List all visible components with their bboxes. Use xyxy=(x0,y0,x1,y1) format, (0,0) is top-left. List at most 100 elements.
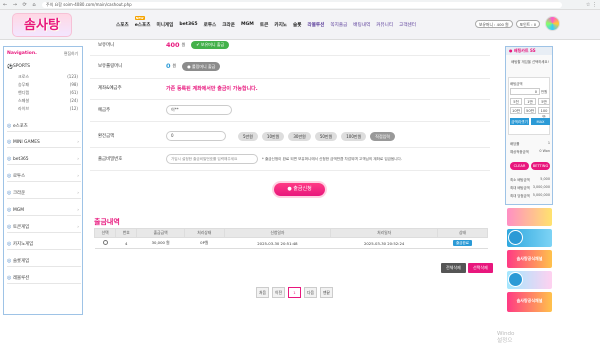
sidebar-item-esports[interactable]: ◎ e스포츠 xyxy=(7,121,81,132)
bet-amount-input[interactable]: 0 xyxy=(510,88,540,95)
bet-unit-row: 만원 xyxy=(541,89,551,94)
amount-chip-50k[interactable]: 5만원 xyxy=(238,131,258,141)
user-money[interactable]: 보유머니 : 400 원 xyxy=(475,19,513,28)
sports-sub-wdl[interactable]: 승무패 (98) xyxy=(18,82,78,89)
avatar[interactable] xyxy=(545,16,561,31)
sidebar-edit-button[interactable]: 편집하기 xyxy=(64,51,78,57)
row-checkbox[interactable] xyxy=(102,240,108,245)
nav-bet365[interactable]: bet365 xyxy=(179,22,197,28)
nav-casino[interactable]: 카지노 xyxy=(274,22,287,28)
betting-button[interactable]: BETTING xyxy=(531,162,550,170)
ad-telegram-banner[interactable] xyxy=(507,229,552,247)
sub-count: (123) xyxy=(67,74,78,79)
nav-sports[interactable]: 스포츠 xyxy=(116,22,129,28)
telegram-icon xyxy=(508,230,523,245)
nav-support[interactable]: 고객센터 xyxy=(399,22,416,28)
sidebar-item-sports[interactable]: ⚽ SPORTS xyxy=(7,61,81,72)
cashout-submit-button[interactable]: ● 출금신청 xyxy=(274,183,325,196)
clear-button[interactable]: CLEAR xyxy=(510,162,529,170)
amount-chip-custom[interactable]: 직접입력 xyxy=(370,131,395,141)
address-bar[interactable]: 주의 요함 soim-4080.com/main/cashout.php xyxy=(42,2,562,8)
col-done-date: 처리일자 xyxy=(330,228,438,238)
sidebar-item-evolution[interactable]: ◎ 레볼루션 xyxy=(7,273,81,284)
windows-watermark: Windo 설정으 xyxy=(497,331,514,345)
max-amount-button[interactable]: MAX xyxy=(531,118,550,125)
amount-chip-100k[interactable]: 10만원 xyxy=(261,131,285,141)
page-first[interactable]: 처음 xyxy=(256,287,269,298)
page-next[interactable]: 다음 xyxy=(304,287,317,298)
row-no: 4 xyxy=(115,237,137,249)
nav-esports[interactable]: NEW e스포츠 xyxy=(134,16,150,28)
nav-token[interactable]: 토큰 xyxy=(260,22,268,28)
browser-menu-icon[interactable]: ☆ ⋮ xyxy=(586,2,597,8)
nav-crown[interactable]: 크라운 xyxy=(222,22,235,28)
amount-chip-1m[interactable]: 100만원 xyxy=(341,131,367,141)
sidebar-item-label: bet365 xyxy=(13,156,29,162)
quick-100k[interactable]: 10만 xyxy=(510,107,522,114)
ad-banner[interactable] xyxy=(507,271,552,289)
bet-cart-subtitle-text: 배팅할 게임을 선택하세요! xyxy=(511,60,549,64)
page-current[interactable]: 1 xyxy=(288,287,301,298)
ad-banner[interactable] xyxy=(507,208,552,226)
money-withdraw-button[interactable]: ✔ 보유머니 출금 xyxy=(191,41,230,49)
nav-slot[interactable]: 슬롯 xyxy=(293,22,301,28)
page-last[interactable]: 맨끝 xyxy=(320,287,333,298)
bet-cart-subtitle: 배팅할 게임을 선택하세요! xyxy=(510,59,550,64)
nav-community[interactable]: 커뮤니티 xyxy=(376,22,393,28)
watermark-line2: 설정으 xyxy=(497,338,513,344)
sports-sub-special[interactable]: 스페셜 (24) xyxy=(18,98,78,105)
page-prev[interactable]: 이전 xyxy=(272,287,285,298)
quick-50k[interactable]: 5만 xyxy=(538,98,550,105)
sidebar-item-label: 레볼루션 xyxy=(13,276,30,281)
nav-bet-history[interactable]: 배팅내역 xyxy=(353,22,370,28)
sports-sub-handicap[interactable]: 핸디캡 (61) xyxy=(18,90,78,97)
sidebar-item-crown[interactable]: ◎ 크라운 › xyxy=(7,188,81,199)
nav-lotus[interactable]: 로투스 xyxy=(204,22,217,28)
quick-5k[interactable]: 5천 xyxy=(510,98,522,105)
ad-channel-banner[interactable]: 솜사탕공식채널 xyxy=(507,250,552,268)
bet-unit: 만원 xyxy=(541,90,548,94)
quick-10k[interactable]: 1만 xyxy=(524,98,536,105)
sub-count: (24) xyxy=(69,98,78,103)
divider xyxy=(90,78,490,79)
sports-sub-live[interactable]: 라이브 (12) xyxy=(18,106,78,113)
user-point[interactable]: 포인트 : 0 xyxy=(515,19,541,28)
delete-selected-button[interactable]: 선택삭제 xyxy=(468,263,493,273)
row-amount: 30,000 원 xyxy=(136,237,185,249)
site-logo[interactable]: 솜사탕 xyxy=(12,13,72,37)
ad-channel-banner[interactable]: 솜사탕공식채널 xyxy=(507,292,552,312)
nav-note[interactable]: 쪽지출금 xyxy=(330,22,347,28)
amount-field[interactable]: 0 xyxy=(166,131,226,141)
sidebar-item-bet365[interactable]: ◎ bet365 › xyxy=(7,154,81,165)
divider xyxy=(90,55,490,56)
stat-key: 예상적중금액 xyxy=(510,150,529,154)
sidebar-item-casino[interactable]: ◎ 카지노게임 xyxy=(7,239,81,250)
rolling-row: 보유롤링머니 0 원 ● 롤링머니 출금 xyxy=(94,59,486,73)
divider xyxy=(90,170,490,171)
delete-all-button[interactable]: 전체삭제 xyxy=(441,263,466,273)
amount-chip-300k[interactable]: 30만원 xyxy=(288,131,311,141)
sidebar-item-lotus[interactable]: ◎ 로투스 › xyxy=(7,171,81,182)
nav-minigame[interactable]: 미니게임 xyxy=(156,22,173,28)
holder-field[interactable]: 이** xyxy=(166,105,232,115)
quick-500k[interactable]: 50만 xyxy=(524,107,536,114)
rolling-withdraw-button[interactable]: ● 롤링머니 출금 xyxy=(182,61,221,71)
sidebar-item-mgm[interactable]: ◎ MGM › xyxy=(7,205,81,216)
browser-nav-icons[interactable]: ← → ⟳ ⌂ xyxy=(3,2,38,8)
account-message: 가존 등록된 계좌에서만 출금이 가능합니다. xyxy=(166,85,258,92)
sidebar-item-token[interactable]: ◎ 토큰게임 › xyxy=(7,222,81,233)
nav-mgm[interactable]: MGM xyxy=(241,22,254,28)
stat-min: 최소 배팅금액 5,000 xyxy=(510,177,550,182)
quick-1m[interactable]: 100만 xyxy=(538,107,550,119)
nav-evolution[interactable]: 라볼루션 xyxy=(307,22,324,28)
rolling-value: 0 xyxy=(166,62,171,70)
sports-sub-cross[interactable]: 크로스 (123) xyxy=(18,74,78,81)
sidebar-item-minigames[interactable]: ◎ MINI GAMES › xyxy=(7,137,81,148)
sub-count: (98) xyxy=(69,82,78,87)
sidebar-item-slot[interactable]: ◎ 슬롯게임 xyxy=(7,256,81,267)
reset-amount-button[interactable]: 금액리셋기 xyxy=(510,118,529,125)
sidebar-item-label: MGM xyxy=(13,207,24,213)
amount-chip-500k[interactable]: 50만원 xyxy=(314,131,338,141)
cashout-main: 보유머니 400 원 ✔ 보유머니 출금 보유롤링머니 0 원 ● 롤링머니 출… xyxy=(90,40,514,344)
pw-field[interactable]: 가입시 설정한 출금비밀번호를 입력해주세요 xyxy=(166,154,258,164)
